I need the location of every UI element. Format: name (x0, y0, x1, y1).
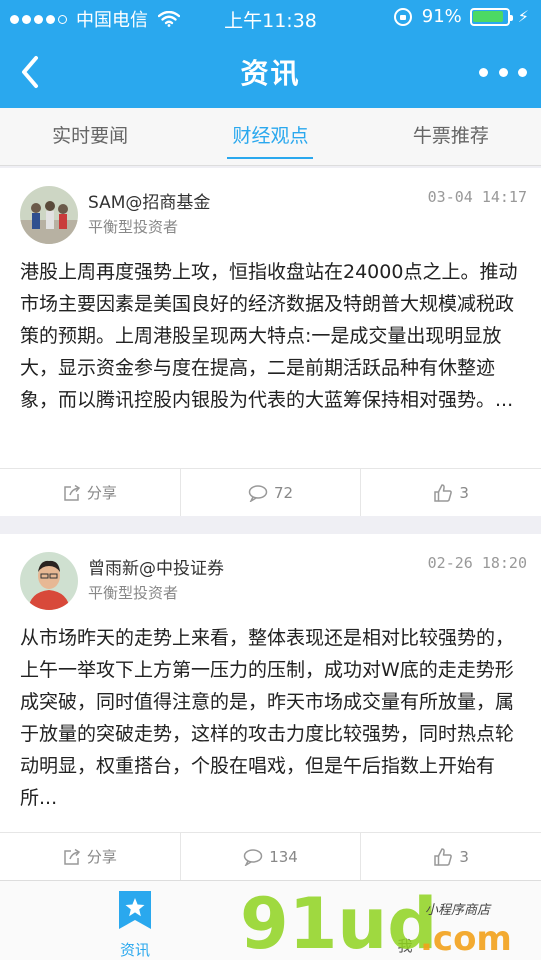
post-time: 03-04 14:17 (427, 188, 527, 206)
rotation-lock-icon (393, 7, 412, 26)
tabbar-news-label: 资讯 (119, 941, 150, 959)
star-bookmark-icon (119, 891, 151, 929)
battery-icon (469, 7, 513, 26)
tabbar-me-label: 我 (397, 937, 413, 955)
avatar[interactable] (20, 186, 78, 244)
app-header: 中国电信 上午11:38 91% ⚡ 资讯 (0, 0, 541, 108)
battery-percent: 91% (421, 6, 462, 27)
share-icon (64, 848, 80, 865)
like-count: 3 (459, 847, 469, 866)
author-name[interactable]: SAM@招商基金 (88, 188, 210, 213)
post-content[interactable]: 港股上周再度强势上攻，恒指收盘站在24000点之上。推动市场主要因素是美国良好的… (20, 256, 524, 416)
like-count: 3 (459, 483, 469, 502)
post-time: 02-26 18:20 (427, 554, 527, 572)
tab-stock-picks[interactable]: 牛票推荐 (361, 108, 541, 165)
like-button[interactable]: 3 (361, 469, 541, 516)
share-label: 分享 (86, 484, 117, 502)
page-title: 资讯 (240, 57, 301, 90)
comment-count: 134 (269, 847, 298, 866)
investor-type: 平衡型投资者 (88, 218, 179, 236)
comment-icon (248, 484, 268, 502)
tab-finance-views[interactable]: 财经观点 (180, 108, 360, 165)
post-card[interactable]: 曾雨新@中投证券 平衡型投资者 02-26 18:20 从市场昨天的走势上来看，… (0, 534, 541, 880)
charging-icon: ⚡ (517, 7, 529, 26)
status-bar: 中国电信 上午11:38 91% ⚡ (0, 0, 541, 36)
post-actions: 分享 134 3 (0, 832, 541, 880)
thumbs-up-icon (434, 483, 453, 502)
thumbs-up-icon (434, 847, 453, 866)
more-button[interactable] (479, 58, 527, 86)
tab-realtime-news[interactable]: 实时要闻 (0, 108, 180, 165)
comment-count: 72 (273, 483, 294, 502)
category-tabs: 实时要闻 财经观点 牛票推荐 (0, 108, 541, 166)
more-dot-icon (518, 67, 527, 77)
tabbar-me[interactable]: 我 (360, 881, 450, 960)
share-button[interactable]: 分享 (0, 469, 181, 516)
post-content[interactable]: 从市场昨天的走势上来看，整体表现还是相对比较强势的，上午一举攻下上方第一压力的压… (20, 622, 524, 814)
like-button[interactable]: 3 (361, 833, 541, 880)
more-dot-icon (498, 67, 508, 77)
avatar[interactable] (20, 552, 78, 610)
comment-button[interactable]: 72 (181, 469, 362, 516)
bottom-tab-bar: 资讯 我 (0, 880, 541, 960)
share-button[interactable]: 分享 (0, 833, 181, 880)
battery-level (473, 11, 504, 22)
status-right: 91% ⚡ (393, 6, 529, 27)
author-name[interactable]: 曾雨新@中投证券 (88, 554, 224, 579)
investor-type: 平衡型投资者 (88, 584, 179, 602)
share-label: 分享 (86, 848, 117, 866)
post-actions: 分享 72 3 (0, 468, 541, 516)
nav-bar: 资讯 (0, 36, 541, 108)
comment-button[interactable]: 134 (181, 833, 362, 880)
tabbar-news[interactable]: 资讯 (90, 881, 180, 960)
post-card[interactable]: SAM@招商基金 平衡型投资者 03-04 14:17 港股上周再度强势上攻，恒… (0, 168, 541, 516)
share-icon (64, 484, 80, 501)
more-dot-icon (479, 67, 488, 77)
comment-icon (243, 848, 263, 866)
